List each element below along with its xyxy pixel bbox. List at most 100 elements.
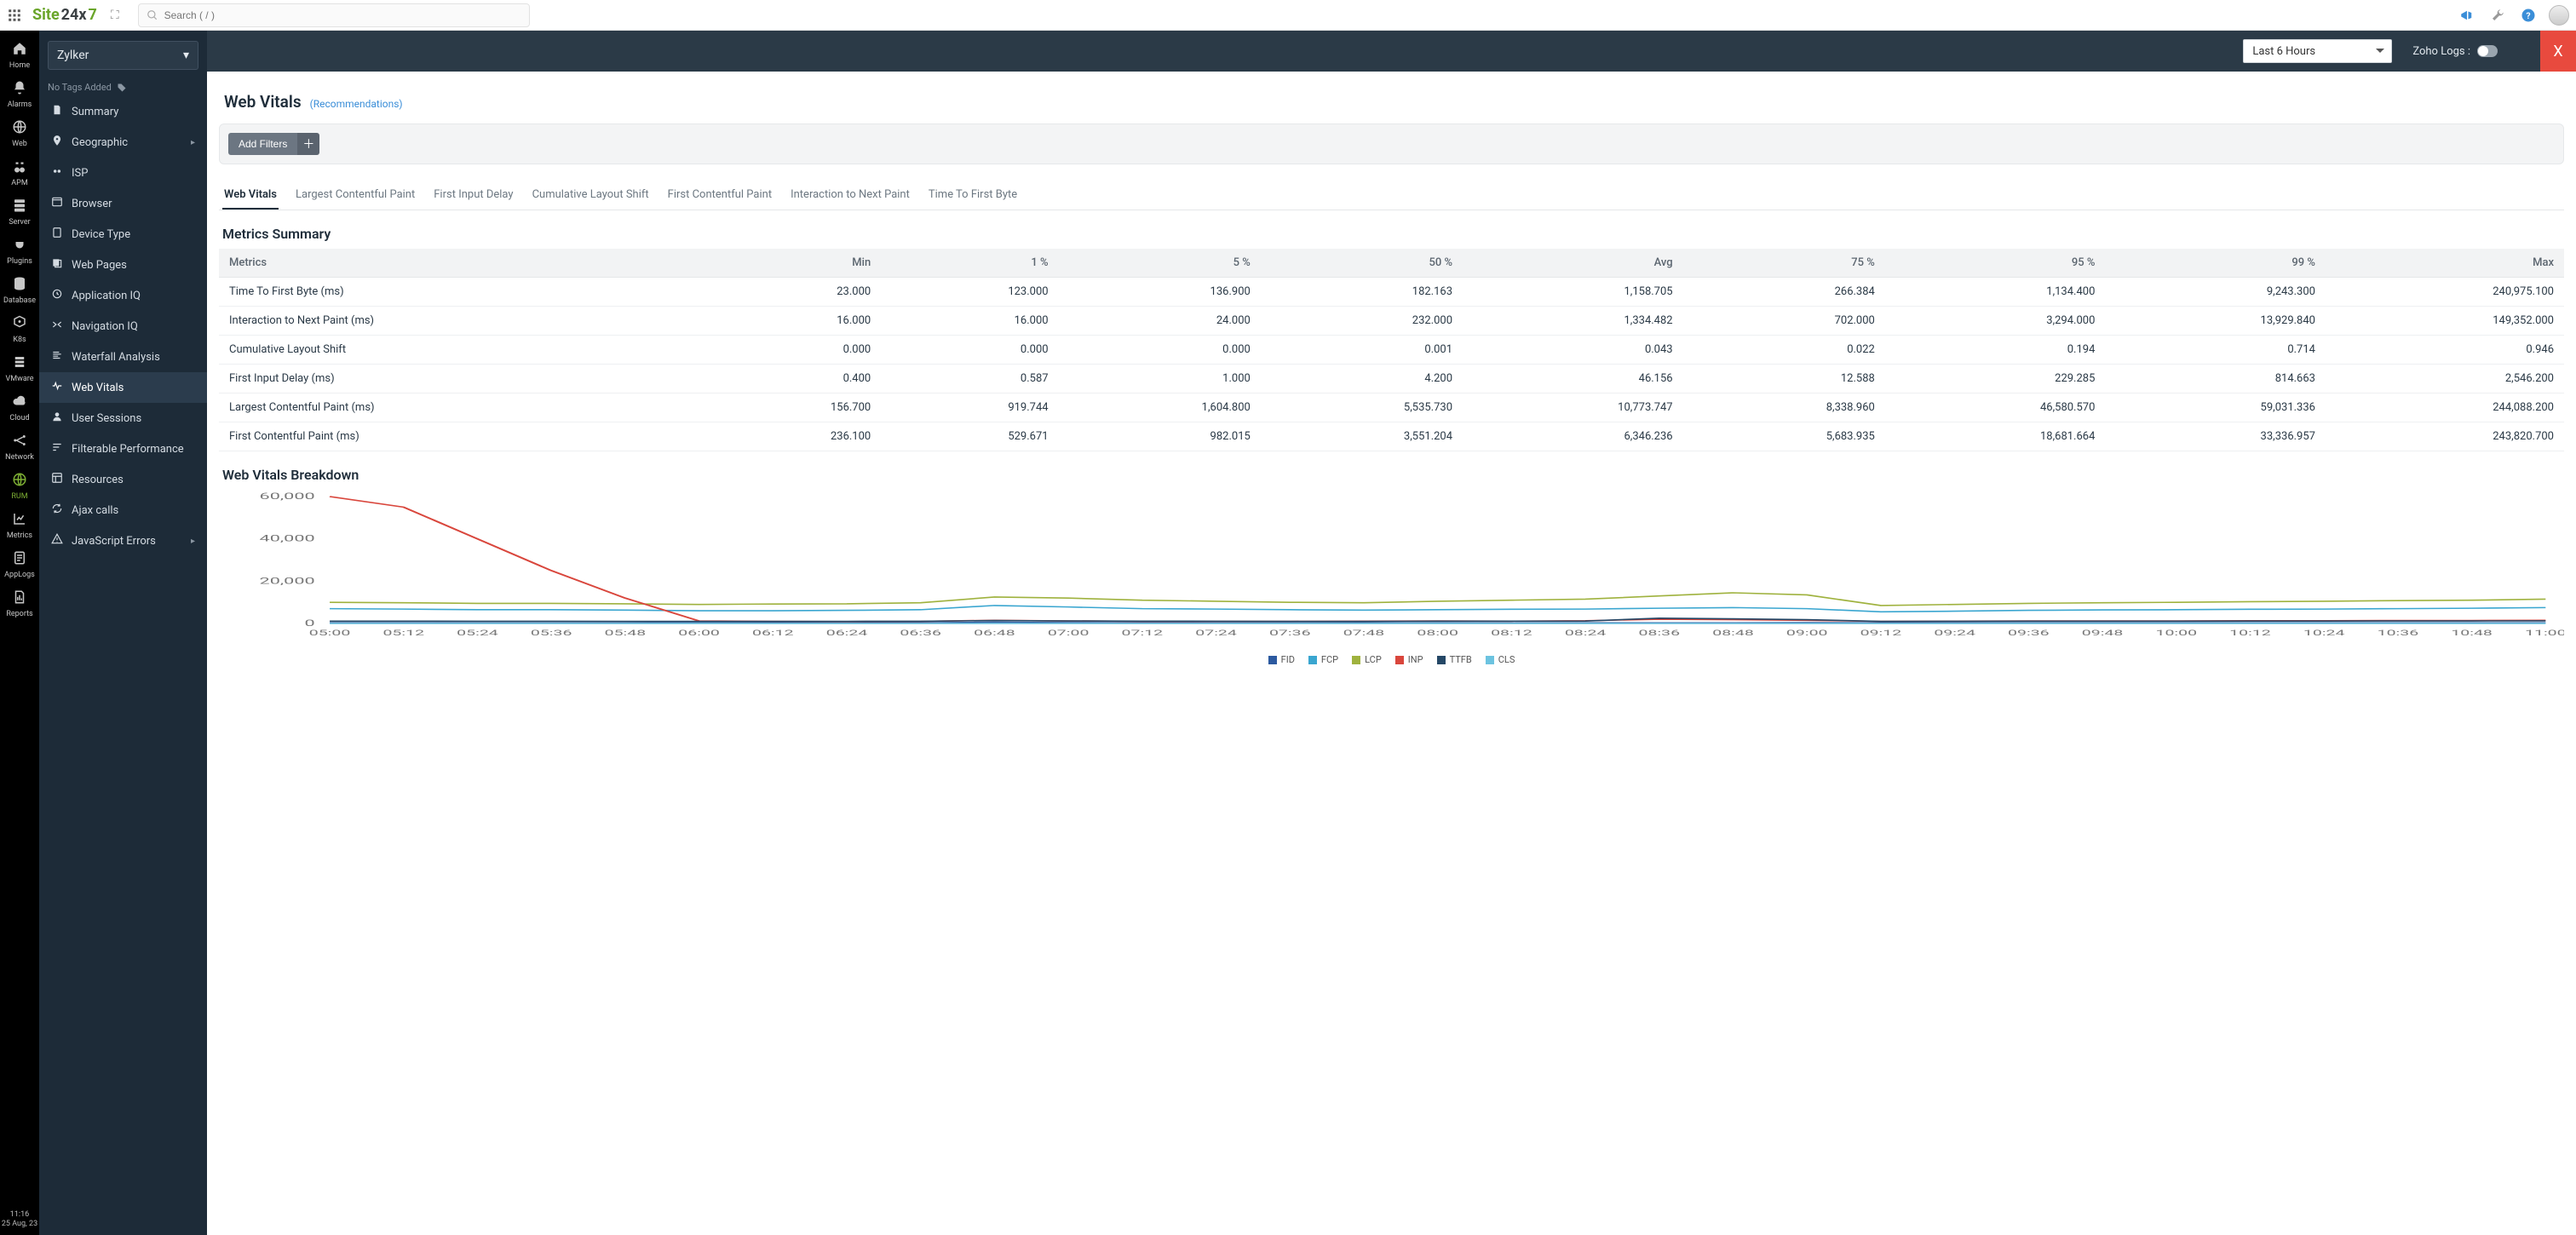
col-header: 95 % [1885,249,2106,278]
rail-clock: 11:1625 Aug, 23 [2,1205,37,1235]
device-icon [51,227,63,242]
table-row: First Contentful Paint (ms)236.100529.67… [219,422,2564,451]
tab-first-input-delay[interactable]: First Input Delay [432,183,515,210]
sidebar-item-javascript-errors[interactable]: JavaScript Errors ▸ [39,526,207,556]
chart: 020,00040,00060,00005:0005:1205:2405:360… [219,490,2564,665]
isp-icon [51,165,63,181]
sidebar-item-user-sessions[interactable]: User Sessions [39,403,207,434]
table-row: Interaction to Next Paint (ms)16.00016.0… [219,307,2564,336]
col-header: 99 % [2105,249,2326,278]
app-selector-value: Zylker [57,49,89,62]
sidebar-item-isp[interactable]: ISP [39,158,207,188]
help-icon[interactable]: ? [2518,5,2539,26]
sidebar-item-device-type[interactable]: Device Type [39,219,207,250]
sidebar-item-geographic[interactable]: Geographic▸ [39,127,207,158]
rail-web[interactable]: Web [0,114,39,153]
legend-item[interactable]: INP [1395,654,1423,665]
svg-text:06:48: 06:48 [974,629,1015,638]
rail-apm[interactable]: APM [0,153,39,192]
apps-grid-icon[interactable] [7,8,22,23]
svg-text:06:24: 06:24 [826,629,868,638]
legend-item[interactable]: LCP [1352,654,1382,665]
rail-metrics[interactable]: Metrics [0,506,39,545]
tab-first-contentful-paint[interactable]: First Contentful Paint [666,183,773,210]
home-icon [12,41,27,59]
svg-text:08:48: 08:48 [1712,629,1754,638]
sidebar-item-filterable-performance[interactable]: Filterable Performance [39,434,207,464]
svg-text:08:24: 08:24 [1565,629,1607,638]
app-selector[interactable]: Zylker ▾ [48,41,198,70]
sidebar-item-web-pages[interactable]: Web Pages [39,250,207,280]
page-bar: Last 6 Hours Zoho Logs : X [207,31,2576,72]
logs-icon [12,550,27,568]
tab-interaction-to-next-paint[interactable]: Interaction to Next Paint [789,183,911,210]
legend-item[interactable]: TTFB [1437,654,1472,665]
res-icon [51,472,63,487]
tab-largest-contentful-paint[interactable]: Largest Contentful Paint [294,183,417,210]
avatar[interactable] [2549,5,2569,26]
sidebar-item-label: JavaScript Errors [72,535,156,548]
browser-icon [51,196,63,211]
recommendations-link[interactable]: (Recommendations) [310,98,403,110]
plug-icon [12,237,27,255]
rail-k8s[interactable]: K8s [0,310,39,349]
sidebar-item-ajax-calls[interactable]: Ajax calls [39,495,207,526]
sidebar-item-label: Browser [72,198,112,210]
legend-item[interactable]: CLS [1486,654,1515,665]
brand-logo[interactable]: Site24x7 [32,6,97,24]
add-filters-button[interactable]: Add Filters [228,133,297,155]
stack-icon [12,354,27,372]
tab-time-to-first-byte[interactable]: Time To First Byte [927,183,1019,210]
nav-rail: HomeAlarmsWebAPMServerPluginsDatabaseK8s… [0,31,39,1235]
close-button[interactable]: X [2540,31,2576,72]
tab-web-vitals[interactable]: Web Vitals [222,183,279,210]
sidebar-item-summary[interactable]: Summary [39,96,207,127]
svg-text:10:48: 10:48 [2451,629,2493,638]
legend-item[interactable]: FID [1268,654,1295,665]
rail-vmware[interactable]: VMware [0,349,39,388]
sidebar-item-waterfall-analysis[interactable]: Waterfall Analysis [39,342,207,372]
rail-plugins[interactable]: Plugins [0,232,39,271]
rail-cloud[interactable]: Cloud [0,388,39,428]
sidebar-item-web-vitals[interactable]: Web Vitals [39,372,207,403]
report-icon [12,589,27,607]
rail-database[interactable]: Database [0,271,39,310]
sidebar-item-navigation-iq[interactable]: Navigation IQ [39,311,207,342]
sidebar-item-label: Summary [72,106,118,118]
rail-reports[interactable]: Reports [0,584,39,623]
expand-icon[interactable]: ⛶ [111,9,119,22]
rail-applogs[interactable]: AppLogs [0,545,39,584]
search-icon [147,9,158,21]
svg-text:11:00: 11:00 [2525,629,2564,638]
sidebar-item-label: User Sessions [72,412,141,425]
rail-server[interactable]: Server [0,192,39,232]
tags-row[interactable]: No Tags Added [39,75,207,96]
col-header: Max [2326,249,2564,278]
metrics-table: MetricsMin1 %5 %50 %Avg75 %95 %99 %Max T… [219,249,2564,451]
sidebar-item-browser[interactable]: Browser [39,188,207,219]
time-range-select[interactable]: Last 6 Hours [2243,39,2392,63]
svg-text:0: 0 [305,618,315,629]
logs-switch[interactable] [2477,45,2498,57]
svg-text:08:12: 08:12 [1491,629,1532,638]
sidebar-item-application-iq[interactable]: Application IQ [39,280,207,311]
legend-item[interactable]: FCP [1308,654,1338,665]
tab-cumulative-layout-shift[interactable]: Cumulative Layout Shift [531,183,651,210]
user-icon [51,411,63,426]
svg-text:07:36: 07:36 [1269,629,1311,638]
rail-alarms[interactable]: Alarms [0,75,39,114]
sidebar-item-resources[interactable]: Resources [39,464,207,495]
pages-icon [51,257,63,273]
k8s-icon [12,315,27,333]
wrench-icon[interactable] [2487,5,2508,26]
table-row: First Input Delay (ms)0.4000.5871.0004.2… [219,365,2564,393]
rail-network[interactable]: Network [0,428,39,467]
announce-icon[interactable] [2457,5,2477,26]
add-filters-plus-button[interactable]: ＋ [297,133,319,155]
svg-text:07:24: 07:24 [1195,629,1237,638]
cloud-icon [12,393,27,411]
rail-rum[interactable]: RUM [0,467,39,506]
chevron-right-icon: ▸ [191,537,195,546]
search-input[interactable] [138,3,530,27]
rail-home[interactable]: Home [0,36,39,75]
